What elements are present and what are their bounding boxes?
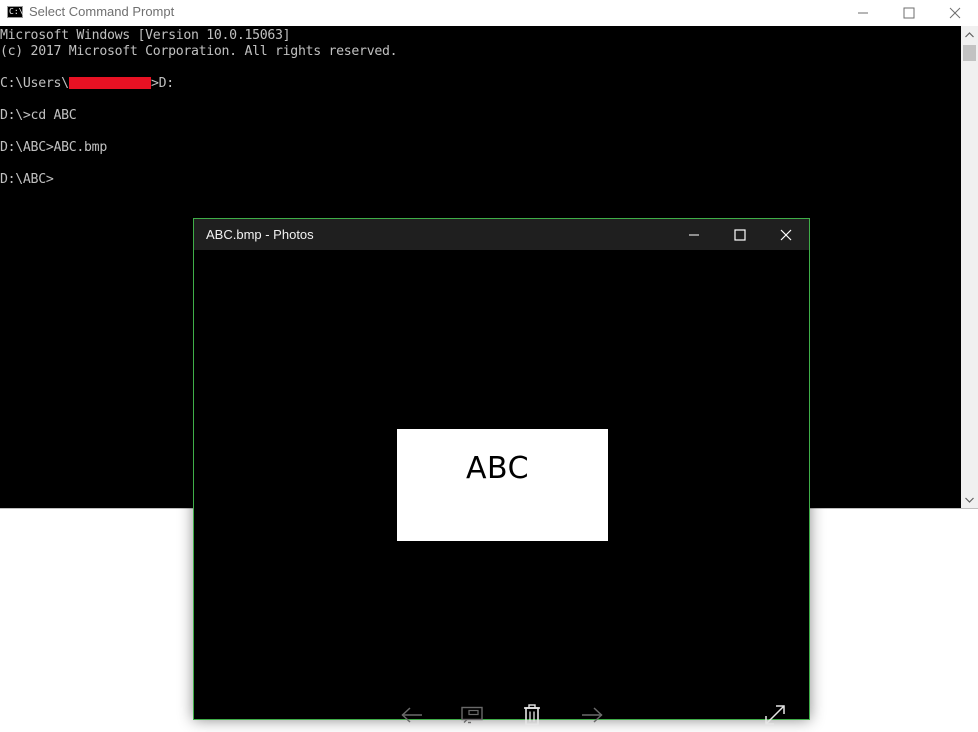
cmd-close-button[interactable] — [932, 0, 978, 26]
close-icon — [949, 7, 961, 19]
chevron-up-icon — [965, 31, 974, 37]
next-arrow-icon — [582, 707, 603, 723]
fullscreen-icon — [765, 705, 785, 725]
cmd-vertical-scrollbar[interactable] — [961, 26, 978, 508]
slideshow-button[interactable] — [452, 698, 492, 732]
photos-title-bar[interactable]: ABC.bmp - Photos — [194, 219, 809, 250]
next-image-button[interactable] — [572, 698, 612, 732]
scroll-thumb[interactable] — [963, 45, 976, 61]
console-line: C:\Users\ — [0, 76, 69, 91]
cmd-app-icon[interactable]: C:\ — [7, 6, 23, 18]
console-line: D:\ABC> — [0, 172, 54, 187]
cmd-minimize-button[interactable] — [840, 0, 886, 26]
displayed-image: ABC — [397, 429, 608, 541]
scroll-down-button[interactable] — [961, 491, 978, 508]
image-content-text: ABC — [466, 451, 530, 486]
previous-arrow-icon — [401, 707, 422, 723]
cmd-title-bar[interactable]: C:\ Select Command Prompt — [0, 0, 978, 26]
photos-app-window[interactable]: ABC.bmp - Photos ABC — [193, 218, 810, 726]
previous-image-button[interactable] — [392, 698, 432, 732]
photos-minimize-button[interactable] — [671, 219, 717, 250]
cmd-window-title: Select Command Prompt — [29, 4, 175, 19]
scroll-up-button[interactable] — [961, 26, 978, 43]
console-line: (c) 2017 Microsoft Corporation. All righ… — [0, 44, 398, 59]
maximize-icon — [903, 7, 915, 19]
maximize-icon — [734, 228, 746, 241]
minimize-icon — [689, 234, 699, 235]
console-line: D:\>cd ABC — [0, 108, 77, 123]
photos-maximize-button[interactable] — [717, 219, 763, 250]
redacted-username — [69, 77, 151, 89]
fullscreen-button[interactable] — [755, 698, 795, 732]
cmd-maximize-button[interactable] — [886, 0, 932, 26]
console-line: D:\ABC>ABC.bmp — [0, 140, 107, 155]
delete-button[interactable] — [512, 698, 552, 732]
console-line: >D: — [151, 76, 174, 91]
close-icon — [780, 229, 792, 240]
photo-viewer-canvas[interactable]: ABC — [194, 250, 809, 726]
minimize-icon — [858, 12, 868, 14]
slideshow-icon — [461, 706, 483, 724]
console-line: Microsoft Windows [Version 10.0.15063] — [0, 28, 291, 43]
photos-window-title: ABC.bmp - Photos — [206, 227, 314, 242]
delete-icon — [524, 704, 540, 726]
cmd-app-icon-text: C:\ — [9, 7, 24, 16]
photos-close-button[interactable] — [763, 219, 809, 250]
chevron-down-icon — [965, 497, 974, 503]
